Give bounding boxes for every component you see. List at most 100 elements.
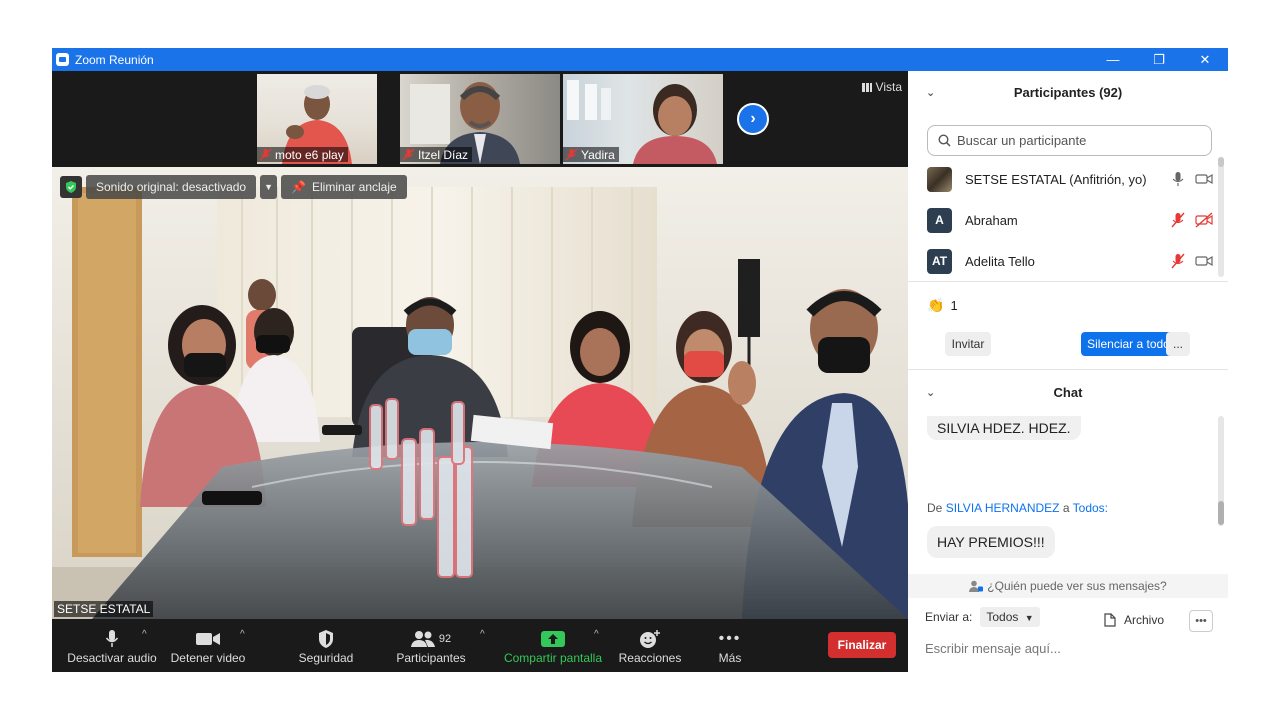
smiley-reactions-icon xyxy=(640,629,660,648)
invite-button[interactable]: Invitar xyxy=(945,332,991,356)
video-camera-icon[interactable] xyxy=(1195,253,1213,269)
send-to-row: Enviar a: Todos ▼ xyxy=(925,607,1040,627)
mute-audio-button[interactable]: Desactivar audio xyxy=(60,619,164,672)
send-to-label: Enviar a: xyxy=(925,610,973,624)
chat-more-button[interactable]: ••• xyxy=(1189,610,1213,632)
zoom-logo-icon xyxy=(56,53,69,66)
participants-icon xyxy=(410,630,435,647)
share-options-chevron-icon[interactable]: ^ xyxy=(594,629,599,640)
thumbnail-name: Yadira xyxy=(581,147,615,162)
avatar: AT xyxy=(927,248,952,274)
message-visibility-link[interactable]: ¿Quién puede ver sus mensajes? xyxy=(908,574,1228,598)
restore-button[interactable]: ❐ xyxy=(1136,48,1182,71)
video-thumbnail[interactable]: moto e6 play xyxy=(257,74,377,164)
unpin-button[interactable]: 📌 Eliminar anclaje xyxy=(281,175,407,199)
chat-title: Chat xyxy=(1053,384,1083,400)
participants-options-chevron-icon[interactable]: ^ xyxy=(480,629,485,640)
visibility-text: ¿Quién puede ver sus mensajes? xyxy=(987,579,1167,593)
participants-scroll-thumb[interactable] xyxy=(1218,157,1224,167)
avatar: A xyxy=(927,207,952,233)
stop-video-label: Detener video xyxy=(170,650,246,665)
collapse-chevron-icon[interactable]: ⌄ xyxy=(926,86,935,99)
participants-label: Participantes xyxy=(396,650,466,665)
reactions-button[interactable]: Reacciones xyxy=(614,619,686,672)
attach-file-button[interactable]: Archivo xyxy=(1104,613,1164,627)
participant-search-input[interactable]: Buscar un participante xyxy=(927,125,1212,156)
original-sound-dropdown[interactable]: ▼ xyxy=(260,175,278,199)
video-off-icon[interactable] xyxy=(1195,212,1213,228)
chevron-right-icon: › xyxy=(750,110,756,127)
reaction-count: 1 xyxy=(950,298,958,313)
from-prefix: De xyxy=(927,501,943,515)
unpin-label: Eliminar anclaje xyxy=(311,180,397,194)
participants-scrollbar[interactable] xyxy=(1218,157,1224,277)
more-button[interactable]: ••• Más xyxy=(704,619,756,672)
microphone-icon[interactable] xyxy=(1171,171,1185,187)
end-meeting-button[interactable]: Finalizar xyxy=(828,632,896,658)
thumbnail-name: Itzel Díaz xyxy=(418,147,469,162)
window-title: Zoom Reunión xyxy=(75,52,154,67)
microphone-icon xyxy=(105,629,119,647)
share-screen-icon xyxy=(541,630,565,647)
video-options-chevron-icon[interactable]: ^ xyxy=(240,629,245,640)
clapping-hands-icon: 👏 xyxy=(927,297,945,313)
file-icon xyxy=(1104,613,1116,627)
mic-muted-icon[interactable] xyxy=(1171,253,1185,269)
original-sound-toggle[interactable]: Sonido original: desactivado xyxy=(86,175,257,199)
collapse-chevron-icon[interactable]: ⌄ xyxy=(926,386,935,399)
mic-muted-icon xyxy=(259,148,272,161)
side-panel: ⌄ Participantes (92) Buscar un participa… xyxy=(908,71,1228,672)
share-screen-label: Compartir pantalla xyxy=(503,650,603,665)
minimize-button[interactable]: — xyxy=(1090,48,1136,71)
mic-muted-icon xyxy=(402,148,415,161)
participant-row[interactable]: SETSE ESTATAL (Anfitrión, yo) xyxy=(927,165,1217,193)
chat-message-bubble: SILVIA HDEZ. HDEZ. xyxy=(927,416,1081,440)
video-camera-icon[interactable] xyxy=(1195,171,1213,187)
participant-name: SETSE ESTATAL (Anfitrión, yo) xyxy=(965,171,1147,187)
meeting-toolbar: Desactivar audio ^ Detener video ^ Segur… xyxy=(52,619,908,672)
video-camera-icon xyxy=(196,632,220,645)
video-overlay-bar: Sonido original: desactivado ▼ 📌 Elimina… xyxy=(60,175,407,199)
thumbnail-name: moto e6 play xyxy=(275,147,344,162)
close-button[interactable]: ✕ xyxy=(1182,48,1228,71)
view-button[interactable]: Vista xyxy=(861,80,902,94)
video-thumbnail[interactable]: Itzel Díaz xyxy=(400,74,560,164)
next-page-button[interactable]: › xyxy=(737,103,769,135)
grid-view-icon xyxy=(861,82,872,92)
to-word: a xyxy=(1062,501,1070,515)
more-dots-icon: ••• xyxy=(718,629,742,647)
search-icon xyxy=(938,134,951,147)
stop-video-button[interactable]: Detener video xyxy=(164,619,252,672)
meeting-room-scene xyxy=(52,167,908,619)
thumbnail-name-tag: Yadira xyxy=(563,147,619,162)
user-lock-icon xyxy=(969,580,984,592)
chevron-down-icon: ▼ xyxy=(1024,613,1034,623)
share-screen-button[interactable]: Compartir pantalla xyxy=(500,619,606,672)
video-area: moto e6 play Itzel Díaz Yadira › Vista S… xyxy=(52,71,908,619)
participants-count: 92 xyxy=(438,632,452,645)
video-thumbnail[interactable]: Yadira xyxy=(563,74,723,164)
chat-message-bubble: HAY PREMIOS!!! xyxy=(927,526,1055,558)
send-to-dropdown[interactable]: Todos ▼ xyxy=(980,607,1040,627)
mic-muted-icon xyxy=(565,148,578,161)
pin-icon: 📌 xyxy=(291,180,306,194)
chat-scroll-thumb[interactable] xyxy=(1218,501,1224,525)
sender-name[interactable]: SILVIA HERNANDEZ xyxy=(946,501,1060,515)
gallery-strip: moto e6 play Itzel Díaz Yadira › Vista xyxy=(52,71,908,167)
participants-button[interactable]: 92 Participantes xyxy=(390,619,472,672)
participants-more-button[interactable]: ... xyxy=(1166,332,1190,356)
chat-message-input[interactable]: Escribir mensaje aquí... xyxy=(925,641,1061,656)
mic-muted-icon[interactable] xyxy=(1171,212,1185,228)
participant-row[interactable]: A Abraham xyxy=(927,206,1217,234)
active-speaker-video[interactable]: Sonido original: desactivado ▼ 📌 Elimina… xyxy=(52,167,908,619)
recipient-name[interactable]: Todos: xyxy=(1073,501,1108,515)
participant-row[interactable]: AT Adelita Tello xyxy=(927,247,1217,275)
reactions-label: Reacciones xyxy=(618,650,682,665)
more-label: Más xyxy=(718,650,742,665)
participant-name: Adelita Tello xyxy=(965,253,1035,269)
chat-header: ⌄ Chat xyxy=(908,371,1228,413)
encryption-shield-icon[interactable] xyxy=(60,176,82,198)
security-button[interactable]: Seguridad xyxy=(288,619,364,672)
divider xyxy=(908,281,1228,282)
audio-options-chevron-icon[interactable]: ^ xyxy=(142,629,147,640)
